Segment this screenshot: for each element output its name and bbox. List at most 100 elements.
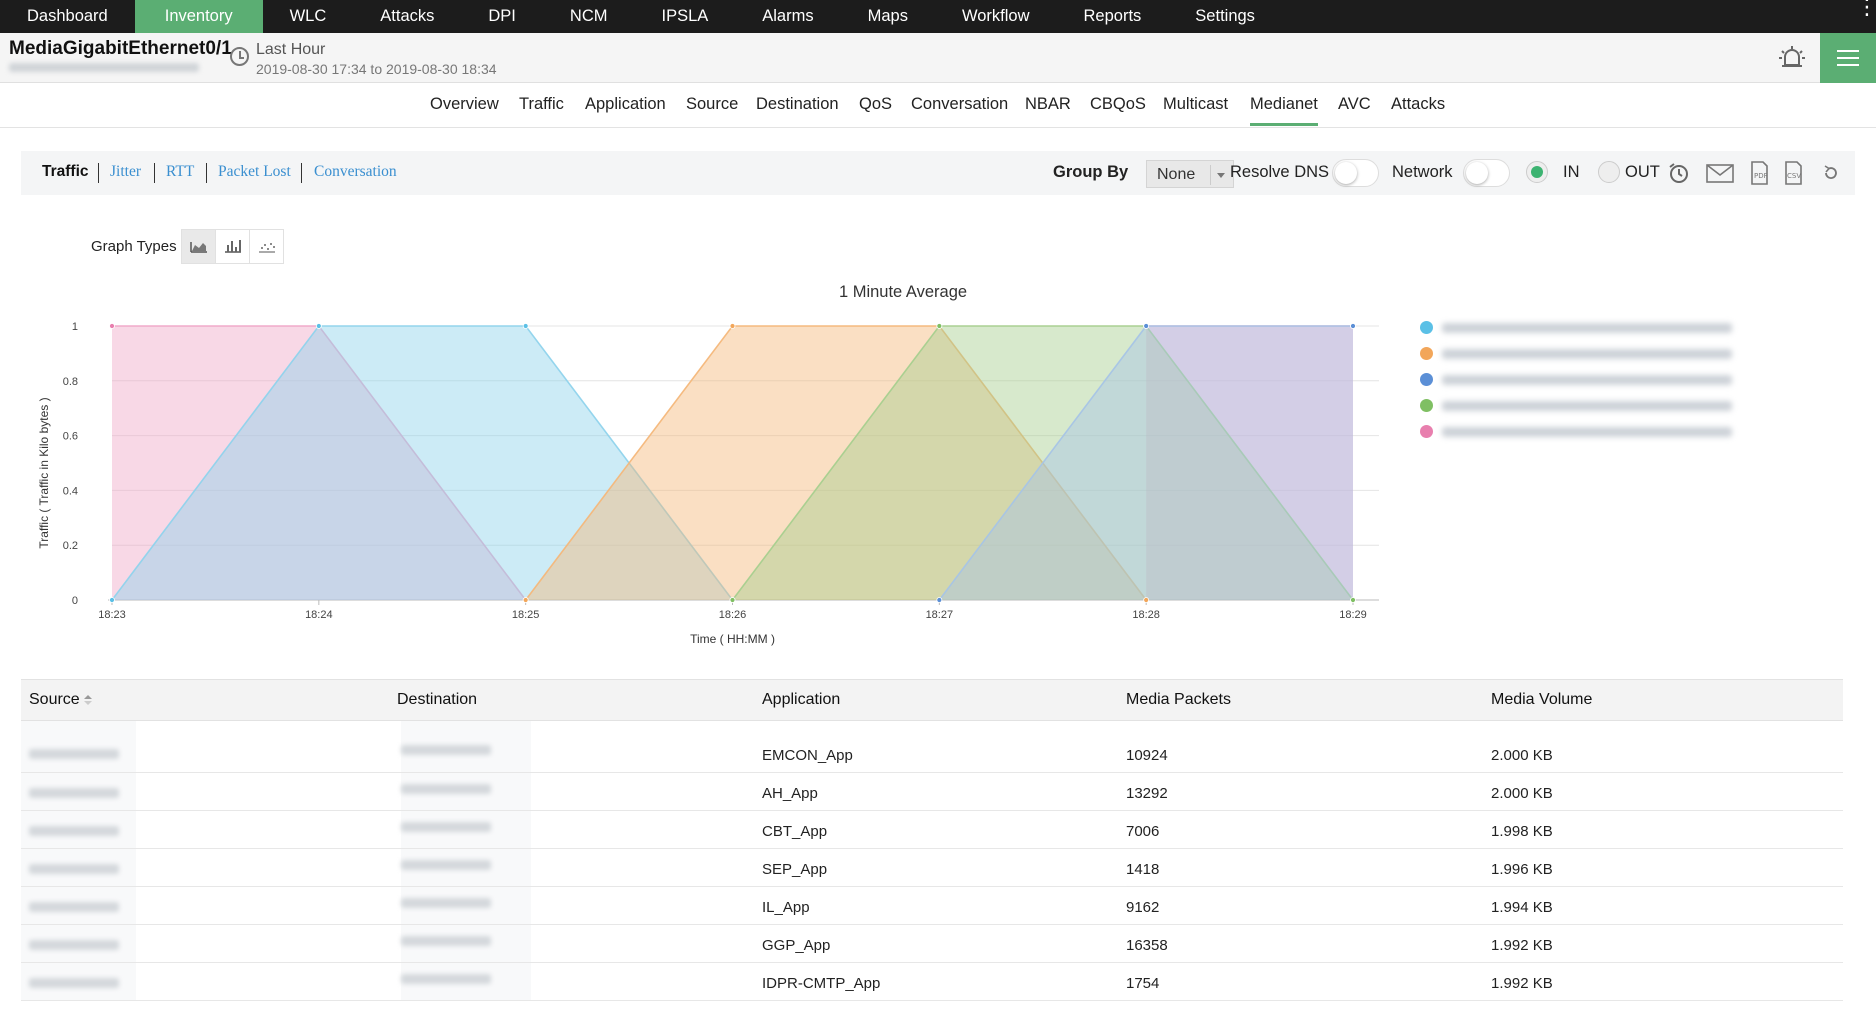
table-row[interactable]: CBT_App 7006 1.998 KB (21, 811, 1843, 849)
column-header-media-packets[interactable]: Media Packets (1126, 691, 1231, 709)
nav-workflow[interactable]: Workflow (935, 0, 1057, 33)
table-row[interactable]: IDPR-CMTP_App 1754 1.992 KB (21, 963, 1843, 1001)
nav-ncm[interactable]: NCM (543, 0, 635, 33)
refresh-icon[interactable] (1818, 161, 1844, 185)
source-value-redacted (29, 902, 119, 912)
group-by-select[interactable]: None (1146, 160, 1234, 188)
data-point (1350, 323, 1356, 329)
clock-icon[interactable] (230, 47, 249, 66)
nav-dpi[interactable]: DPI (461, 0, 543, 33)
bar-chart-icon[interactable] (216, 230, 250, 263)
table-row[interactable]: GGP_App 16358 1.992 KB (21, 925, 1843, 963)
media-packets-cell: 16358 (1126, 937, 1168, 954)
link-traffic[interactable]: Traffic (42, 163, 89, 181)
media-volume-cell: 1.992 KB (1491, 937, 1553, 954)
legend-label-redacted (1442, 427, 1732, 437)
nav-ipsla[interactable]: IPSLA (634, 0, 735, 33)
media-packets-cell: 10924 (1126, 747, 1168, 764)
tab-medianet[interactable]: Medianet (1250, 95, 1318, 126)
tab-multicast[interactable]: Multicast (1163, 95, 1228, 114)
group-by-label: Group By (1053, 163, 1129, 181)
link-conversation[interactable]: Conversation (314, 163, 397, 181)
column-header-source[interactable]: Source (29, 691, 92, 709)
nav-attacks[interactable]: Attacks (353, 0, 461, 33)
link-rtt[interactable]: RTT (166, 163, 194, 181)
interface-tabs: Overview Traffic Application Source Dest… (0, 84, 1876, 128)
separator (98, 163, 99, 183)
tab-nbar[interactable]: NBAR (1025, 95, 1071, 114)
in-radio[interactable] (1526, 161, 1548, 183)
tab-source[interactable]: Source (686, 95, 738, 114)
hamburger-menu-button[interactable] (1820, 33, 1876, 83)
table-row[interactable]: IL_App 9162 1.994 KB (21, 887, 1843, 925)
column-header-media-volume[interactable]: Media Volume (1491, 691, 1592, 709)
destination-value-redacted (401, 784, 491, 794)
source-value-redacted (29, 749, 119, 759)
resolve-dns-toggle[interactable] (1332, 159, 1379, 187)
data-point (109, 597, 115, 603)
nav-maps[interactable]: Maps (841, 0, 935, 33)
nav-settings[interactable]: Settings (1168, 0, 1282, 33)
device-subtitle-redacted (9, 63, 199, 72)
out-radio[interactable] (1598, 161, 1620, 183)
more-options-icon[interactable]: ⋮ (1856, 0, 1876, 18)
legend-label-redacted (1442, 375, 1732, 385)
alarm-bell-icon[interactable] (1777, 43, 1807, 73)
tab-attacks[interactable]: Attacks (1391, 95, 1445, 114)
table-body: EMCON_App 10924 2.000 KB AH_App 13292 2.000 K… (21, 721, 1843, 1001)
application-cell: GGP_App (762, 937, 831, 954)
table-row[interactable]: SEP_App 1418 1.996 KB (21, 849, 1843, 887)
nav-dashboard[interactable]: Dashboard (0, 0, 135, 33)
chart-title: 1 Minute Average (839, 283, 967, 301)
x-tick-label: 18:23 (98, 609, 126, 621)
destination-value-redacted (401, 860, 491, 870)
tab-traffic[interactable]: Traffic (519, 95, 564, 114)
application-cell: CBT_App (762, 823, 828, 840)
column-header-source-label: Source (29, 691, 80, 708)
legend-marker (1420, 321, 1433, 334)
y-tick-label: 1 (72, 321, 78, 333)
area-chart-icon[interactable] (182, 230, 216, 263)
tab-cbqos[interactable]: CBQoS (1090, 95, 1146, 114)
tab-conversation[interactable]: Conversation (911, 95, 1008, 114)
media-packets-cell: 13292 (1126, 785, 1168, 802)
device-name: MediaGigabitEthernet0/1 (9, 38, 232, 59)
legend-marker (1420, 347, 1433, 360)
network-toggle[interactable] (1463, 159, 1510, 187)
data-point (936, 597, 943, 603)
data-point (522, 597, 529, 603)
link-jitter[interactable]: Jitter (110, 163, 141, 181)
csv-export-icon[interactable]: CSV (1780, 161, 1806, 185)
data-point (729, 597, 736, 603)
nav-inventory[interactable]: Inventory (134, 0, 263, 33)
tab-destination[interactable]: Destination (756, 95, 839, 114)
schedule-icon[interactable] (1666, 161, 1692, 185)
x-tick-label: 18:29 (1339, 609, 1367, 621)
tab-application[interactable]: Application (585, 95, 666, 114)
separator (301, 163, 302, 183)
scatter-chart-icon[interactable] (250, 230, 284, 263)
nav-wlc[interactable]: WLC (263, 0, 354, 33)
time-range-title[interactable]: Last Hour (256, 41, 325, 59)
tab-overview[interactable]: Overview (430, 95, 499, 114)
pdf-export-icon[interactable]: PDF (1746, 161, 1772, 185)
y-tick-label: 0.2 (63, 540, 78, 552)
out-label: OUT (1625, 163, 1660, 181)
column-header-application[interactable]: Application (762, 691, 840, 709)
nav-alarms[interactable]: Alarms (735, 0, 840, 33)
column-header-destination[interactable]: Destination (397, 691, 477, 709)
tab-qos[interactable]: QoS (859, 95, 892, 114)
nav-reports[interactable]: Reports (1057, 0, 1169, 33)
medianet-table: Source Destination Application Media Pac… (21, 679, 1843, 1001)
separator (154, 163, 155, 183)
table-row[interactable]: EMCON_App 10924 2.000 KB (21, 721, 1843, 773)
tab-avc[interactable]: AVC (1338, 95, 1371, 114)
destination-value-redacted (401, 898, 491, 908)
email-icon[interactable] (1705, 161, 1735, 185)
link-packet-lost[interactable]: Packet Lost (218, 163, 291, 181)
legend-marker (1420, 425, 1433, 438)
top-navigation: Dashboard Inventory WLC Attacks DPI NCM … (0, 0, 1876, 33)
table-row[interactable]: AH_App 13292 2.000 KB (21, 773, 1843, 811)
sort-icon[interactable] (83, 694, 92, 705)
x-tick-label: 18:28 (1132, 609, 1160, 621)
